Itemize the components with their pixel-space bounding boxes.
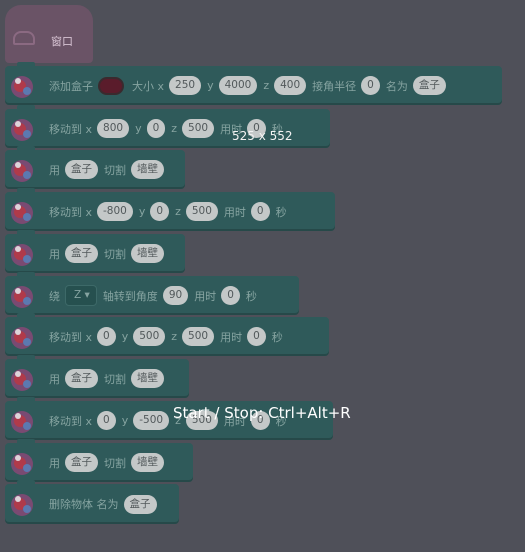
delete-object-block[interactable]: 删除物体 名为 盒子	[5, 480, 179, 524]
move-x-input[interactable]: 0	[97, 411, 116, 430]
name-input[interactable]: 盒子	[412, 76, 446, 95]
size-x-label: 大小 x	[132, 79, 165, 93]
move-label: 移动到 x	[49, 122, 93, 136]
around-label: 绕	[49, 289, 60, 303]
add-box-label: 添加盒子	[49, 79, 93, 93]
move-z-label: z	[175, 205, 181, 218]
axis-dropdown[interactable]: Z ▾	[65, 285, 97, 306]
use-label: 用	[49, 372, 60, 386]
rotate-label: 轴转到角度	[102, 289, 158, 303]
cut-label: 切割	[104, 163, 126, 177]
rotate-block[interactable]: 绕 Z ▾ 轴转到角度 90 用时 0 秒	[5, 272, 299, 315]
recording-shortcut-hint: Start / Stop: Ctrl+Alt+R	[173, 404, 351, 422]
move-y-input[interactable]: 0	[150, 202, 170, 221]
hat-icon	[13, 31, 35, 45]
move-y-input[interactable]: 500	[133, 327, 166, 346]
add-box-block[interactable]: 添加盒子 大小 x 250 y 4000 z 400 接角半径 0 名为 盒子	[5, 62, 502, 105]
cut-block[interactable]: 用 盒子 切割 墙壁	[5, 439, 193, 482]
move-z-input[interactable]: 500	[185, 202, 218, 221]
robot-logo-icon	[9, 114, 39, 144]
robot-logo-icon	[9, 406, 39, 436]
robot-logo-icon	[9, 281, 39, 311]
cut-object-input[interactable]: 墙壁	[131, 244, 164, 263]
use-label: 用	[49, 163, 60, 177]
seconds-label: 秒	[271, 330, 283, 344]
color-swatch[interactable]	[98, 76, 124, 95]
window-hat-block[interactable]: 窗口	[5, 5, 93, 63]
move-label: 移动到 x	[49, 330, 93, 344]
delete-name-input[interactable]: 盒子	[123, 494, 157, 514]
cut-object-input[interactable]: 墙壁	[131, 369, 164, 388]
move-x-input[interactable]: -800	[97, 202, 133, 221]
robot-logo-icon	[9, 448, 39, 478]
radius-input[interactable]: 0	[361, 76, 380, 95]
size-x-input[interactable]: 250	[169, 76, 202, 95]
move-time-input[interactable]: 0	[250, 202, 270, 221]
robot-logo-icon	[9, 155, 39, 185]
hat-label: 窗口	[51, 35, 73, 48]
size-z-label: z	[263, 79, 270, 92]
robot-logo-icon	[9, 489, 39, 519]
delete-label: 删除物体 名为	[49, 498, 119, 511]
cut-label: 切割	[104, 372, 126, 386]
move-z-label: z	[171, 330, 178, 343]
size-z-input[interactable]: 400	[274, 76, 307, 95]
move-z-label: z	[171, 122, 178, 135]
use-label: 用	[49, 456, 60, 470]
cut-label: 切割	[104, 456, 126, 470]
move-label: 移动到 x	[49, 414, 93, 428]
move-y-label: y	[138, 205, 146, 218]
size-y-label: y	[207, 79, 214, 92]
screenshot-dimensions-overlay: 525 x 552	[232, 129, 293, 143]
move-y-label: y	[135, 122, 142, 135]
angle-input[interactable]: 90	[162, 286, 189, 305]
move-z-input[interactable]: 500	[182, 327, 215, 346]
cut-target-input[interactable]: 盒子	[65, 369, 98, 388]
move-block[interactable]: 移动到 x 0 y 500 z 500 用时 0 秒	[5, 313, 329, 356]
move-time-input[interactable]: 0	[247, 327, 266, 346]
robot-logo-icon	[9, 322, 39, 352]
rotate-time-label: 用时	[194, 289, 217, 303]
move-y-label: y	[121, 414, 129, 427]
size-y-input[interactable]: 4000	[218, 76, 258, 95]
seconds-label: 秒	[275, 205, 287, 219]
move-z-input[interactable]: 500	[182, 119, 215, 138]
move-y-input[interactable]: 0	[146, 119, 166, 138]
cut-target-input[interactable]: 盒子	[65, 160, 98, 179]
cut-block[interactable]: 用 盒子 切割 墙壁	[5, 146, 185, 189]
robot-logo-icon	[9, 71, 39, 101]
move-time-label: 用时	[220, 330, 243, 344]
move-block[interactable]: 移动到 x -800 y 0 z 500 用时 0 秒	[5, 188, 335, 231]
move-label: 移动到 x	[49, 205, 93, 219]
move-time-label: 用时	[223, 205, 246, 219]
use-label: 用	[49, 247, 60, 261]
robot-logo-icon	[9, 364, 39, 394]
cut-object-input[interactable]: 墙壁	[131, 160, 164, 179]
cut-block[interactable]: 用 盒子 切割 墙壁	[5, 230, 185, 273]
name-label: 名为	[385, 79, 408, 93]
cut-object-input[interactable]: 墙壁	[131, 453, 164, 472]
move-y-input[interactable]: -500	[133, 411, 170, 430]
cut-target-input[interactable]: 盒子	[65, 453, 98, 472]
cut-label: 切割	[104, 247, 126, 261]
move-y-label: y	[121, 330, 129, 343]
seconds-label: 秒	[245, 289, 257, 303]
rotate-time-input[interactable]: 0	[221, 286, 240, 305]
move-x-input[interactable]: 800	[97, 119, 130, 138]
radius-label: 接角半径	[312, 79, 357, 93]
cut-target-input[interactable]: 盒子	[65, 244, 98, 263]
move-x-input[interactable]: 0	[97, 327, 116, 346]
robot-logo-icon	[9, 239, 39, 269]
robot-logo-icon	[9, 197, 39, 227]
cut-block[interactable]: 用 盒子 切割 墙壁	[5, 355, 189, 398]
